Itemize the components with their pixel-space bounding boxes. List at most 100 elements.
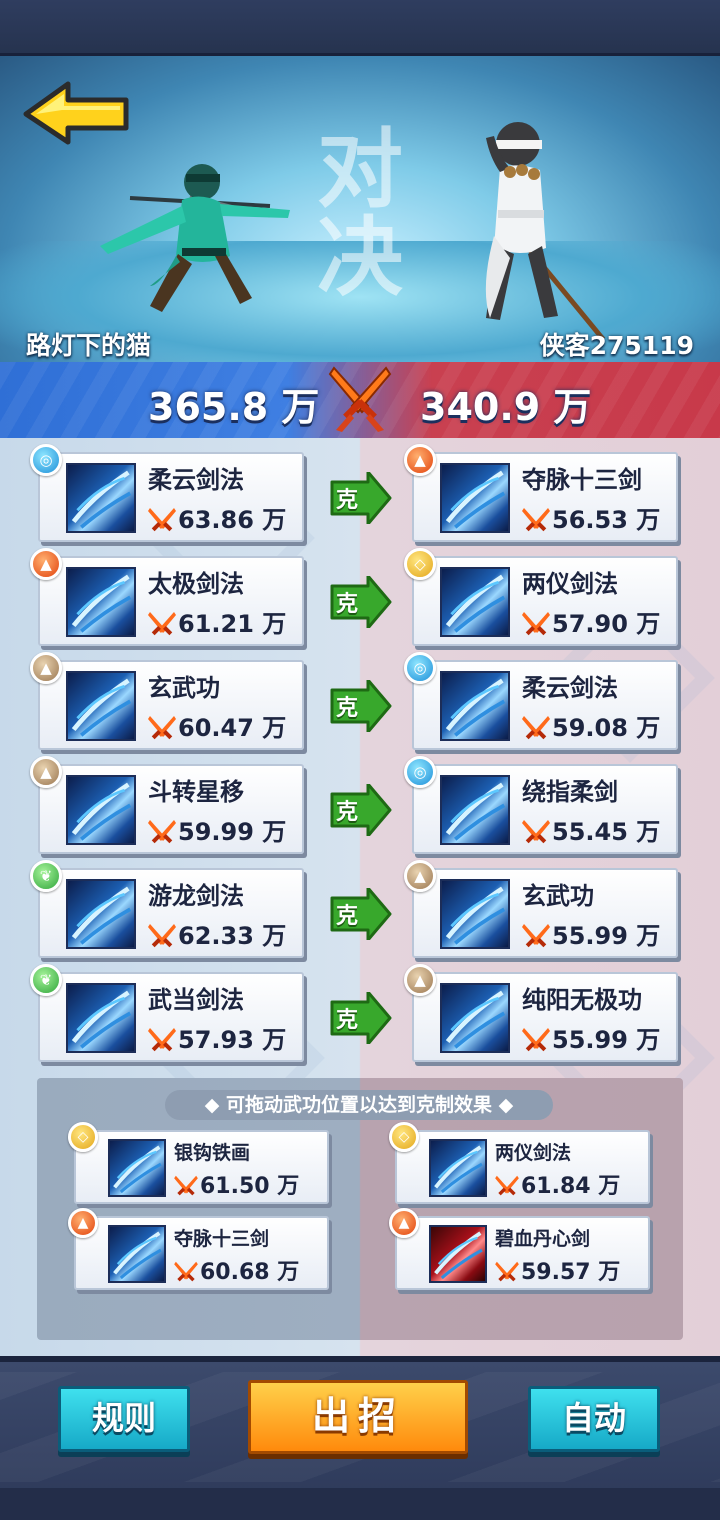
crossed-swords-icon <box>328 366 392 432</box>
crossed-swords-icon <box>522 818 550 844</box>
skill-power-value: 61.21 万 <box>178 610 287 638</box>
skill-icon <box>66 671 136 741</box>
counter-arrow-icon: 克 <box>330 678 392 734</box>
player-character <box>100 164 290 312</box>
skill-power-value: 55.45 万 <box>552 818 661 846</box>
skill-icon <box>108 1225 166 1283</box>
player-skill-card[interactable]: ▲ 斗转星移 59.99 万 <box>30 756 304 854</box>
player-skill-card[interactable]: ▲ 太极剑法 61.21 万 <box>30 548 304 646</box>
counter-arrow-icon: 克 <box>330 990 392 1046</box>
crossed-swords-icon <box>174 1260 198 1282</box>
skill-name: 绕指柔剑 <box>522 778 618 806</box>
versus-title: 对决 <box>317 120 403 308</box>
crossed-swords-icon <box>522 714 550 740</box>
crossed-swords-icon <box>495 1260 519 1282</box>
fire-element-icon: ▲ <box>404 444 436 476</box>
counter-arrow-icon: 克 <box>330 782 392 838</box>
skill-name: 柔云剑法 <box>148 466 244 494</box>
metal-element-icon: ◇ <box>68 1122 98 1152</box>
bottom-footer <box>0 1488 720 1520</box>
opponent-skill-card[interactable]: ◇ 两仪剑法 57.90 万 <box>404 548 678 646</box>
skill-name: 夺脉十三剑 <box>522 466 642 494</box>
skill-name: 武当剑法 <box>148 986 244 1014</box>
opponent-name: 侠客275119 <box>539 331 694 360</box>
skill-power: 60.47 万 <box>148 708 286 743</box>
skill-power: 62.33 万 <box>148 916 286 951</box>
skill-power-value: 61.84 万 <box>521 1174 621 1199</box>
counter-arrow-icon: 克 <box>330 470 392 526</box>
opponent-character <box>485 122 606 338</box>
skill-power-value: 61.50 万 <box>200 1174 300 1199</box>
back-arrow-icon[interactable] <box>22 80 132 146</box>
skill-power-value: 59.08 万 <box>552 714 661 742</box>
reserve-skill-card[interactable]: ▲ 碧血丹心剑 59.57 万 <box>389 1208 650 1290</box>
skill-name: 银钩铁画 <box>174 1142 251 1164</box>
player-skill-card[interactable]: ❦ 游龙剑法 62.33 万 <box>30 860 304 958</box>
fire-element-icon: ▲ <box>30 548 62 580</box>
water-element-icon: ◎ <box>404 652 436 684</box>
opponent-skill-card[interactable]: ▲ 玄武功 55.99 万 <box>404 860 678 958</box>
player-skill-card[interactable]: ◎ 柔云剑法 63.86 万 <box>30 444 304 542</box>
rules-button[interactable]: 规则 <box>58 1386 190 1452</box>
opponent-skill-card[interactable]: ◎ 绕指柔剑 55.45 万 <box>404 756 678 854</box>
crossed-swords-icon <box>148 818 176 844</box>
crossed-swords-icon <box>174 1174 198 1196</box>
skill-icon <box>66 775 136 845</box>
earth-element-icon: ▲ <box>30 756 62 788</box>
earth-element-icon: ▲ <box>404 964 436 996</box>
wood-element-icon: ❦ <box>30 860 62 892</box>
skill-icon <box>440 879 510 949</box>
opponent-total-power: 340.9 万 <box>420 385 592 429</box>
skill-power: 61.84 万 <box>495 1168 620 1200</box>
skill-power: 61.50 万 <box>174 1168 299 1200</box>
water-element-icon: ◎ <box>30 444 62 476</box>
skill-power: 55.99 万 <box>522 1020 660 1055</box>
skill-name: 游龙剑法 <box>148 882 244 910</box>
skill-power-value: 63.86 万 <box>178 506 287 534</box>
player-skill-card[interactable]: ▲ 玄武功 60.47 万 <box>30 652 304 750</box>
skill-name: 玄武功 <box>522 882 594 910</box>
opponent-skill-card[interactable]: ▲ 纯阳无极功 55.99 万 <box>404 964 678 1062</box>
earth-element-icon: ▲ <box>30 652 62 684</box>
opponent-skill-card[interactable]: ◎ 柔云剑法 59.08 万 <box>404 652 678 750</box>
skill-icon <box>440 775 510 845</box>
skill-name: 两仪剑法 <box>522 570 618 598</box>
skill-name: 两仪剑法 <box>495 1142 572 1164</box>
crossed-swords-icon <box>148 1026 176 1052</box>
counter-label: 克 <box>336 488 359 513</box>
player-skill-card[interactable]: ❦ 武当剑法 57.93 万 <box>30 964 304 1062</box>
reserve-skill-card[interactable]: ◇ 银钩铁画 61.50 万 <box>68 1122 329 1204</box>
reserve-skill-card[interactable]: ◇ 两仪剑法 61.84 万 <box>389 1122 650 1204</box>
metal-element-icon: ◇ <box>389 1122 419 1152</box>
metal-element-icon: ◇ <box>404 548 436 580</box>
skill-power: 57.93 万 <box>148 1020 286 1055</box>
crossed-swords-icon <box>495 1174 519 1196</box>
crossed-swords-icon <box>148 506 176 532</box>
auto-button[interactable]: 自动 <box>528 1386 660 1452</box>
earth-element-icon: ▲ <box>404 860 436 892</box>
skill-name: 斗转星移 <box>148 778 244 806</box>
skill-power: 56.53 万 <box>522 500 660 535</box>
battle-header: 对决 路灯下的猫 侠客275119 <box>0 56 720 362</box>
skill-name: 碧血丹心剑 <box>495 1228 591 1250</box>
opponent-skill-card[interactable]: ▲ 夺脉十三剑 56.53 万 <box>404 444 678 542</box>
skill-icon <box>429 1139 487 1197</box>
counter-label: 克 <box>336 696 359 721</box>
skill-power: 59.08 万 <box>522 708 660 743</box>
skill-icon <box>66 463 136 533</box>
attack-button[interactable]: 出招 <box>248 1380 468 1454</box>
skill-power: 60.68 万 <box>174 1254 299 1286</box>
counter-label: 克 <box>336 592 359 617</box>
skill-icon <box>66 983 136 1053</box>
fire-element-icon: ▲ <box>389 1208 419 1238</box>
skill-power: 63.86 万 <box>148 500 286 535</box>
reserve-skill-card[interactable]: ▲ 夺脉十三剑 60.68 万 <box>68 1208 329 1290</box>
skill-power-value: 60.68 万 <box>200 1260 300 1285</box>
skill-power-value: 59.99 万 <box>178 818 287 846</box>
fire-element-icon: ▲ <box>68 1208 98 1238</box>
skill-name: 柔云剑法 <box>522 674 618 702</box>
drag-hint: ◆ 可拖动武功位置以达到克制效果 ◆ <box>165 1090 553 1120</box>
skill-icon <box>66 879 136 949</box>
skill-icon <box>66 567 136 637</box>
crossed-swords-icon <box>148 922 176 948</box>
